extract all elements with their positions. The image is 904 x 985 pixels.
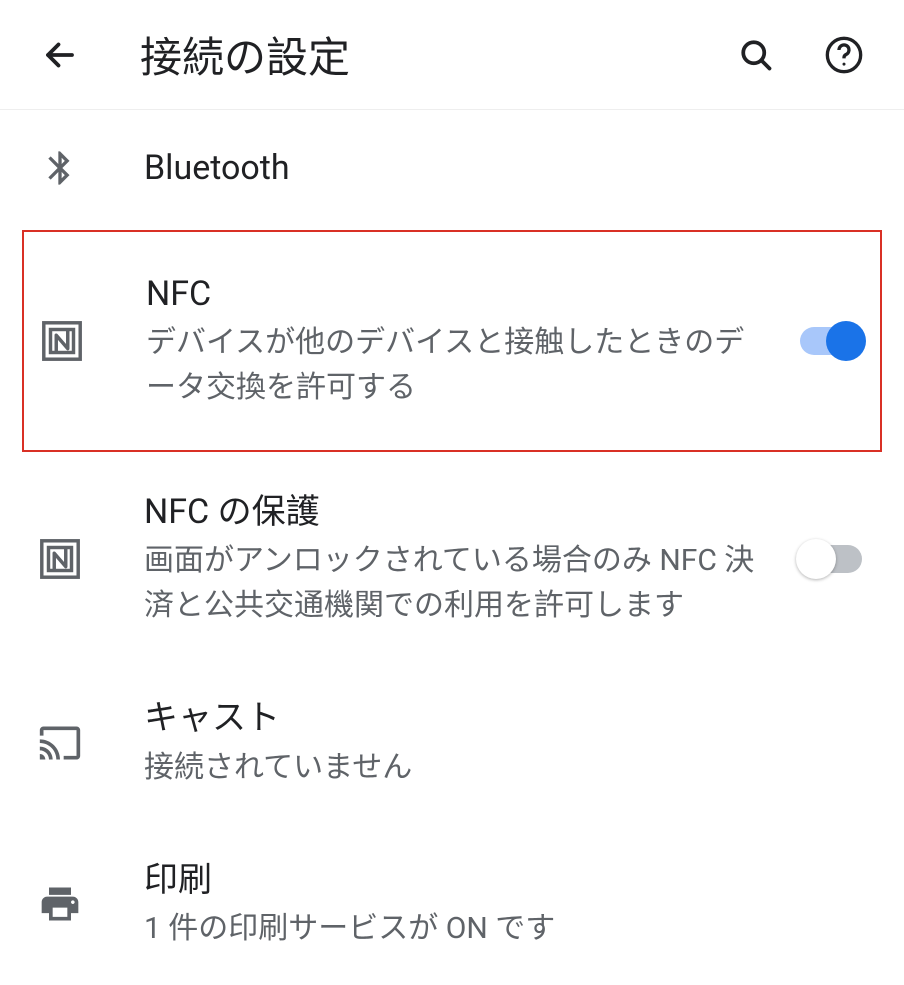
setting-item-bluetooth[interactable]: Bluetooth [0,110,904,226]
search-button[interactable] [732,31,780,79]
setting-title: キャスト [144,696,868,740]
setting-content: NFC デバイスが他のデバイスと接触したときのデータ交換を許可する [146,272,774,410]
setting-item-print[interactable]: 印刷 1 件の印刷サービスが ON です [0,824,904,985]
setting-title: 印刷 [144,858,868,902]
cast-icon [36,719,84,767]
setting-title: NFC [146,272,774,316]
help-button[interactable] [820,31,868,79]
setting-content: キャスト 接続されていません [144,696,868,789]
nfc-protection-toggle[interactable] [796,539,868,579]
setting-content: NFC の保護 画面がアンロックされている場合のみ NFC 決済と公共交通機関で… [144,490,776,628]
arrow-back-icon [42,37,78,73]
setting-content: Bluetooth [144,146,868,190]
settings-list: Bluetooth NFC デバイスが他のデバイスと接触したときのデータ交換を許… [0,110,904,985]
search-icon [738,37,774,73]
back-button[interactable] [36,31,84,79]
setting-title: Bluetooth [144,146,868,190]
setting-item-nfc-protection[interactable]: NFC の保護 画面がアンロックされている場合のみ NFC 決済と公共交通機関で… [0,456,904,662]
bluetooth-icon [36,144,84,192]
nfc-icon [36,535,84,583]
toggle-thumb [796,539,836,579]
setting-subtitle: 接続されていません [144,745,868,790]
setting-subtitle: 1 件の印刷サービスが ON です [144,906,868,951]
page-title: 接続の設定 [140,24,732,85]
setting-item-cast[interactable]: キャスト 接続されていません [0,662,904,823]
nfc-icon [38,317,86,365]
setting-item-nfc[interactable]: NFC デバイスが他のデバイスと接触したときのデータ交換を許可する [22,230,882,452]
setting-content: 印刷 1 件の印刷サービスが ON です [144,858,868,951]
toggle-thumb [826,321,866,361]
setting-title: NFC の保護 [144,490,776,534]
print-icon [36,880,84,928]
help-icon [824,35,864,75]
setting-subtitle: デバイスが他のデバイスと接触したときのデータ交換を許可する [146,320,774,410]
nfc-toggle[interactable] [794,321,866,361]
setting-subtitle: 画面がアンロックされている場合のみ NFC 決済と公共交通機関での利用を許可しま… [144,538,776,628]
header-actions [732,31,868,79]
header: 接続の設定 [0,0,904,110]
